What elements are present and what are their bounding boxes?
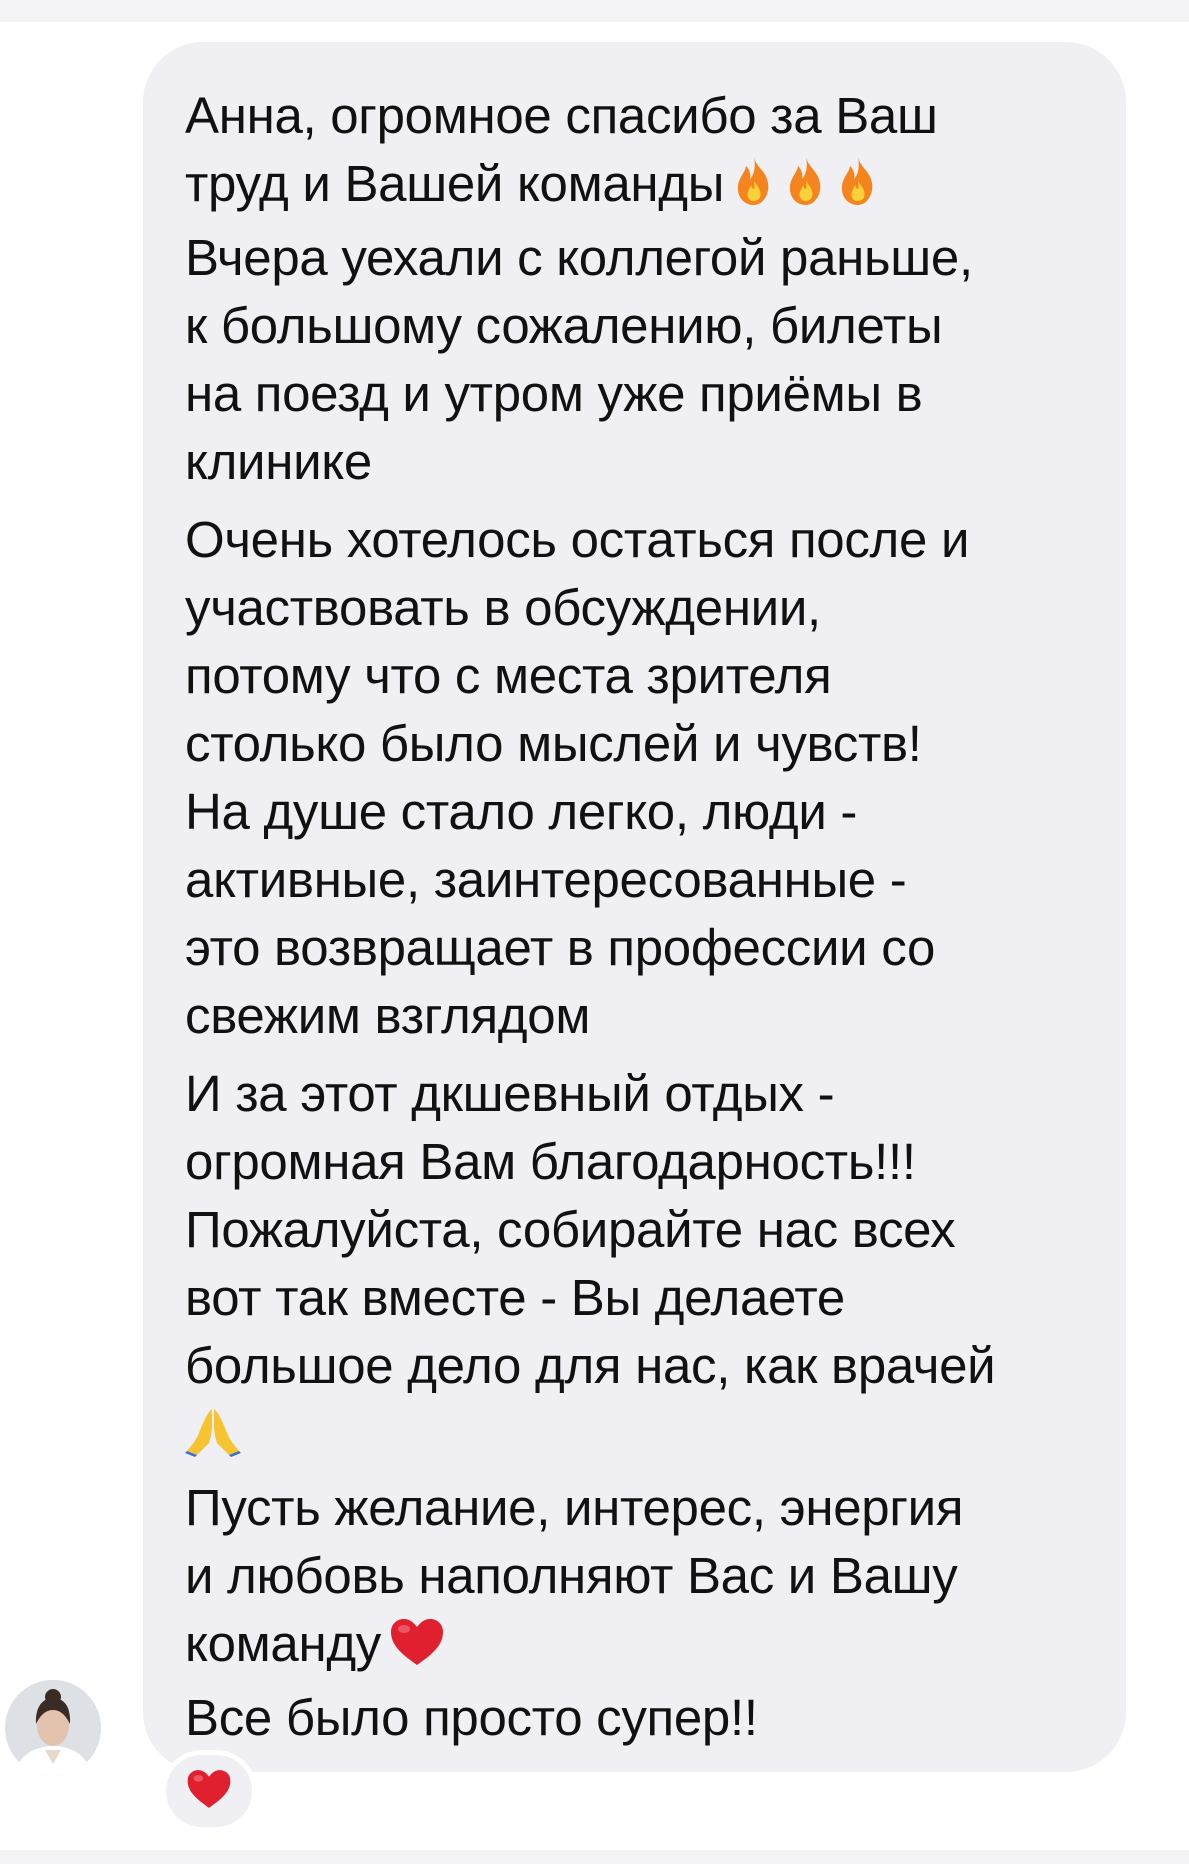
message-line: клинике — [185, 433, 372, 490]
bottom-strip — [0, 1850, 1189, 1864]
fire-icon — [784, 155, 828, 224]
message-line: потому что с места зрителя — [185, 647, 832, 704]
message-line: свежим взглядом — [185, 987, 591, 1044]
message-line: и любовь наполняют Вас и Вашу — [185, 1547, 958, 1604]
message-bubble[interactable]: Анна, огромное спасибо за Ваш труд и Ваш… — [143, 42, 1126, 1772]
message-line: Очень хотелось остаться после и — [185, 511, 970, 568]
message-line: труд и Вашей команды — [185, 150, 1096, 224]
message-line: большое дело для нас, как врачей — [185, 1337, 996, 1394]
message-line: На душе стало легко, люди - — [185, 783, 858, 840]
message-line: Все было просто супер!! — [185, 1689, 758, 1746]
heart-icon — [186, 1768, 232, 1815]
message-line: активные, заинтересованные - — [185, 851, 907, 908]
message-line: это возвращает в профессии со — [185, 919, 936, 976]
top-strip — [0, 0, 1189, 22]
message-line: команду — [185, 1610, 1096, 1684]
heart-icon — [389, 1616, 445, 1684]
avatar[interactable] — [5, 1680, 101, 1776]
message-line: участвовать в обсуждении, — [185, 579, 821, 636]
message-line: огромная Вам благодарность!!! — [185, 1133, 916, 1190]
message-line: столько было мыслей и чувств! — [185, 715, 922, 772]
message-line: Анна, огромное спасибо за Ваш — [185, 87, 938, 144]
message-line: Вчера уехали с коллегой раньше, — [185, 229, 973, 286]
reaction-badge[interactable] — [161, 1750, 257, 1832]
message-line: Пожалуйста, собирайте нас всех — [185, 1201, 956, 1258]
fire-icon — [836, 155, 880, 224]
message-line-text: команду — [185, 1615, 381, 1672]
message-line: Пусть желание, интерес, энергия — [185, 1479, 964, 1536]
message-line-text: труд и Вашей команды — [185, 155, 725, 212]
message-line: к большому сожалению, билеты — [185, 297, 943, 354]
message-line: на поезд и утром уже приёмы в — [185, 365, 923, 422]
message-line: вот так вместе - Вы делаете — [185, 1269, 845, 1326]
message-line — [185, 1400, 1096, 1474]
fire-icon — [732, 155, 776, 224]
message-line: И за этот дкшевный отдых - — [185, 1065, 835, 1122]
praying-hands-icon — [185, 1405, 241, 1474]
